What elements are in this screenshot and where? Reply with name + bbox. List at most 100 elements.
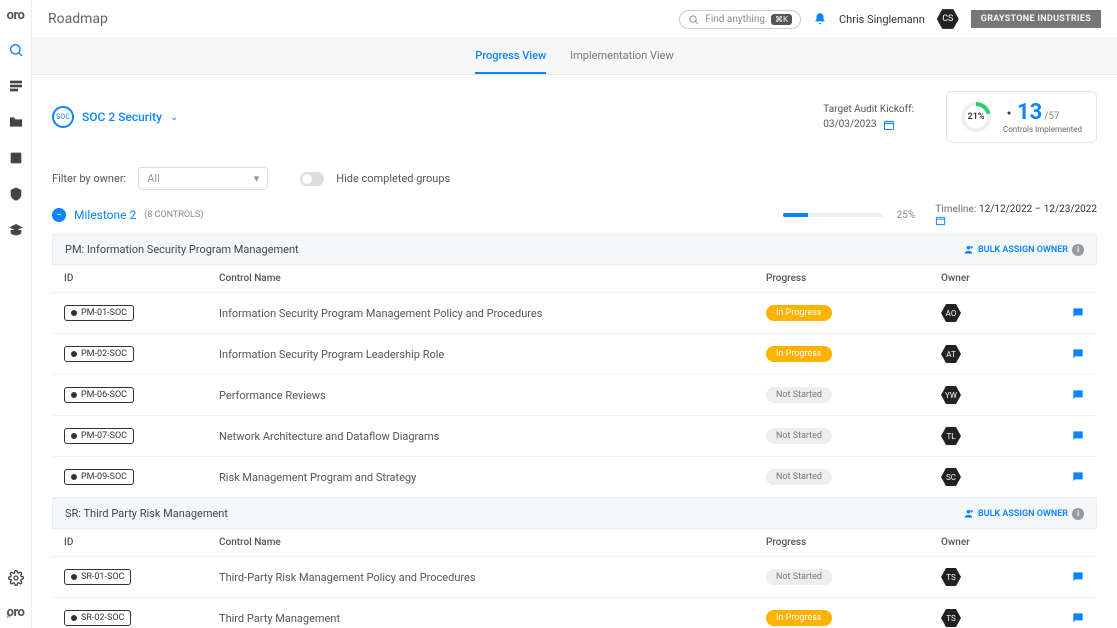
control-name: Third Party Management — [207, 598, 754, 628]
chat-icon[interactable] — [1071, 388, 1085, 402]
framework-selector[interactable]: SOC 2 Security — [82, 110, 162, 124]
status-badge: Not Started — [766, 387, 832, 403]
control-name: Network Architecture and Dataflow Diagra… — [207, 416, 754, 457]
milestone-toggle[interactable]: − — [52, 208, 66, 222]
control-id-pill[interactable]: PM-09-SOC — [64, 469, 134, 485]
view-tabs: Progress View Implementation View — [32, 39, 1117, 75]
nav-shield-icon[interactable] — [7, 185, 25, 203]
implemented-stats: 21% 13 /57 Controls Implemented — [946, 91, 1097, 143]
control-name: Performance Reviews — [207, 375, 754, 416]
milestone-progress-bar — [783, 213, 883, 217]
owner-avatar[interactable]: AO — [941, 303, 961, 323]
nav-folder-icon[interactable] — [7, 113, 25, 131]
kickoff-label: Target Audit Kickoff: — [823, 104, 914, 115]
chat-icon[interactable] — [1071, 570, 1085, 584]
page-title: Roadmap — [48, 11, 108, 27]
control-id-pill[interactable]: SR-02-SOC — [64, 610, 131, 626]
col-header-id: ID — [52, 265, 207, 293]
chat-icon[interactable] — [1071, 347, 1085, 361]
dot-icon — [71, 351, 77, 357]
nav-tasks-icon[interactable] — [7, 149, 25, 167]
owner-avatar[interactable]: SC — [941, 467, 961, 487]
tab-implementation-view[interactable]: Implementation View — [570, 49, 674, 74]
col-header-progress: Progress — [754, 265, 929, 293]
user-avatar[interactable]: CS — [937, 8, 959, 30]
gear-small-icon — [1003, 107, 1015, 119]
bulk-assign-button[interactable]: BULK ASSIGN OWNER i — [963, 244, 1084, 256]
chat-icon[interactable] — [1071, 429, 1085, 443]
group-header: SR: Third Party Risk Management BULK ASS… — [52, 498, 1097, 529]
group-header: PM: Information Security Program Managem… — [52, 234, 1097, 265]
control-id-pill[interactable]: PM-07-SOC — [64, 428, 134, 444]
bulk-assign-button[interactable]: BULK ASSIGN OWNER i — [963, 508, 1084, 520]
col-header-owner: Owner — [929, 265, 1059, 293]
status-badge: In Progress — [766, 346, 832, 362]
notifications-icon[interactable] — [813, 12, 827, 26]
dot-icon — [71, 433, 77, 439]
implemented-total: /57 — [1044, 111, 1059, 122]
owner-avatar[interactable]: TL — [941, 426, 961, 446]
search-placeholder: Find anything — [705, 14, 765, 25]
control-id-pill[interactable]: PM-02-SOC — [64, 346, 134, 362]
table-row[interactable]: PM-02-SOC Information Security Program Le… — [52, 334, 1097, 375]
tab-progress-view[interactable]: Progress View — [475, 49, 546, 74]
table-row[interactable]: PM-06-SOC Performance Reviews Not Started Y… — [52, 375, 1097, 416]
owner-avatar[interactable]: YW — [941, 385, 961, 405]
control-id-pill[interactable]: PM-06-SOC — [64, 387, 134, 403]
dot-icon — [71, 615, 77, 621]
collapse-sidebar-icon[interactable]: » — [6, 609, 11, 622]
milestone-percent: 25% — [897, 210, 916, 221]
control-id-pill[interactable]: PM-01-SOC — [64, 305, 134, 321]
company-badge: GRAYSTONE INDUSTRIES — [971, 10, 1101, 28]
info-icon[interactable]: i — [1072, 508, 1084, 520]
dot-icon — [71, 574, 77, 580]
topbar: Roadmap Find anything ⌘K Chris Singleman… — [32, 0, 1117, 39]
col-header-id: ID — [52, 529, 207, 557]
chevron-down-icon[interactable]: ⌄ — [170, 112, 178, 123]
col-header-owner: Owner — [929, 529, 1059, 557]
info-icon[interactable]: i — [1072, 244, 1084, 256]
implemented-label: Controls Implemented — [1003, 125, 1082, 134]
status-badge: In Progress — [766, 305, 832, 321]
milestone-timeline: Timeline: 12/12/2022 – 12/23/2022 — [935, 204, 1097, 226]
control-id-pill[interactable]: SR-01-SOC — [64, 569, 131, 585]
chat-icon[interactable] — [1071, 306, 1085, 320]
owner-avatar[interactable]: TS — [941, 567, 961, 587]
nav-controls-icon[interactable] — [7, 77, 25, 95]
table-row[interactable]: SR-02-SOCThird Party ManagementIn Progre… — [52, 598, 1097, 628]
search-shortcut: ⌘K — [771, 14, 792, 25]
control-name: Information Security Program Leadership … — [207, 334, 754, 375]
control-name: Information Security Program Management … — [207, 293, 754, 334]
chat-icon[interactable] — [1071, 611, 1085, 625]
milestone-count: (8 CONTROLS) — [144, 210, 203, 220]
control-name: Risk Management Program and Strategy — [207, 457, 754, 498]
milestone-name[interactable]: Milestone 2 — [74, 208, 136, 222]
chat-icon[interactable] — [1071, 470, 1085, 484]
brand-logo: oro — [7, 8, 25, 23]
nav-roadmap-icon[interactable] — [7, 41, 25, 59]
user-name[interactable]: Chris Singlemann — [839, 13, 925, 26]
table-row[interactable]: SR-01-SOCThird-Party Risk Management Pol… — [52, 557, 1097, 598]
owner-avatar[interactable]: TS — [941, 608, 961, 628]
group-title: PM: Information Security Program Managem… — [65, 243, 299, 256]
col-header-progress: Progress — [754, 529, 929, 557]
status-badge: Not Started — [766, 469, 832, 485]
calendar-icon[interactable] — [883, 119, 895, 131]
nav-academy-icon[interactable] — [7, 221, 25, 239]
sidebar: oro oro — [0, 0, 32, 628]
hide-completed-label: Hide completed groups — [336, 172, 450, 185]
framework-badge-icon: SOC — [52, 106, 74, 128]
calendar-icon[interactable] — [935, 215, 1097, 226]
nav-settings-icon[interactable] — [7, 569, 25, 587]
hide-completed-toggle[interactable] — [300, 172, 324, 186]
table-row[interactable]: PM-09-SOC Risk Management Program and Str… — [52, 457, 1097, 498]
status-badge: Not Started — [766, 569, 832, 585]
kickoff-date: 03/03/2023 — [823, 119, 876, 130]
table-row[interactable]: PM-07-SOC Network Architecture and Datafl… — [52, 416, 1097, 457]
search-input[interactable]: Find anything ⌘K — [679, 10, 801, 29]
filter-owner-select[interactable]: All▾ — [138, 167, 268, 190]
dot-icon — [71, 310, 77, 316]
owner-avatar[interactable]: AT — [941, 344, 961, 364]
col-header-name: Control Name — [207, 265, 754, 293]
table-row[interactable]: PM-01-SOC Information Security Program Ma… — [52, 293, 1097, 334]
